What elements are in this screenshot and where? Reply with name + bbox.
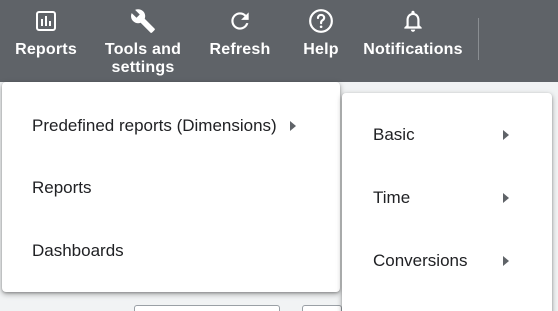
reports-label: Reports xyxy=(15,41,77,58)
tools-and-settings-label: Tools and settings xyxy=(104,41,182,76)
menu-item-dashboards[interactable]: Dashboards xyxy=(2,219,340,282)
submenu-item-label: Conversions xyxy=(373,250,468,270)
chevron-right-icon xyxy=(503,130,509,140)
notifications-label: Notifications xyxy=(363,41,463,58)
refresh-icon xyxy=(227,8,253,34)
menu-item-label: Reports xyxy=(32,177,92,197)
reports-menu: Predefined reports (Dimensions) Reports … xyxy=(2,82,340,292)
top-toolbar: Reports Tools and settings Refresh Help xyxy=(0,0,558,82)
chevron-right-icon xyxy=(503,193,509,203)
menu-item-label: Predefined reports (Dimensions) xyxy=(32,115,277,135)
menu-item-label: Dashboards xyxy=(32,240,124,260)
refresh-label: Refresh xyxy=(209,41,271,58)
background-field[interactable] xyxy=(302,305,342,311)
chevron-right-icon xyxy=(290,121,296,131)
predefined-reports-submenu: Basic Time Conversions xyxy=(342,93,552,311)
toolbar-divider xyxy=(478,18,479,60)
background-field[interactable] xyxy=(134,305,280,311)
submenu-item-label: Time xyxy=(373,187,411,207)
tools-and-settings-button[interactable]: Tools and settings xyxy=(101,0,185,82)
submenu-item-time[interactable]: Time xyxy=(342,166,552,229)
chevron-right-icon xyxy=(503,256,509,266)
help-button[interactable]: Help xyxy=(296,0,346,82)
menu-item-reports[interactable]: Reports xyxy=(2,156,340,219)
help-circle-icon xyxy=(308,8,334,34)
submenu-item-basic[interactable]: Basic xyxy=(342,103,552,166)
help-label: Help xyxy=(303,41,339,58)
submenu-item-conversions[interactable]: Conversions xyxy=(342,229,552,292)
reports-button[interactable]: Reports xyxy=(10,0,82,82)
refresh-button[interactable]: Refresh xyxy=(204,0,276,82)
menu-item-predefined-reports[interactable]: Predefined reports (Dimensions) xyxy=(2,94,340,157)
wrench-icon xyxy=(130,8,156,34)
submenu-item-label: Basic xyxy=(373,124,415,144)
notifications-button[interactable]: Notifications xyxy=(360,0,466,82)
bell-icon xyxy=(400,8,426,34)
bar-chart-icon xyxy=(33,8,59,34)
